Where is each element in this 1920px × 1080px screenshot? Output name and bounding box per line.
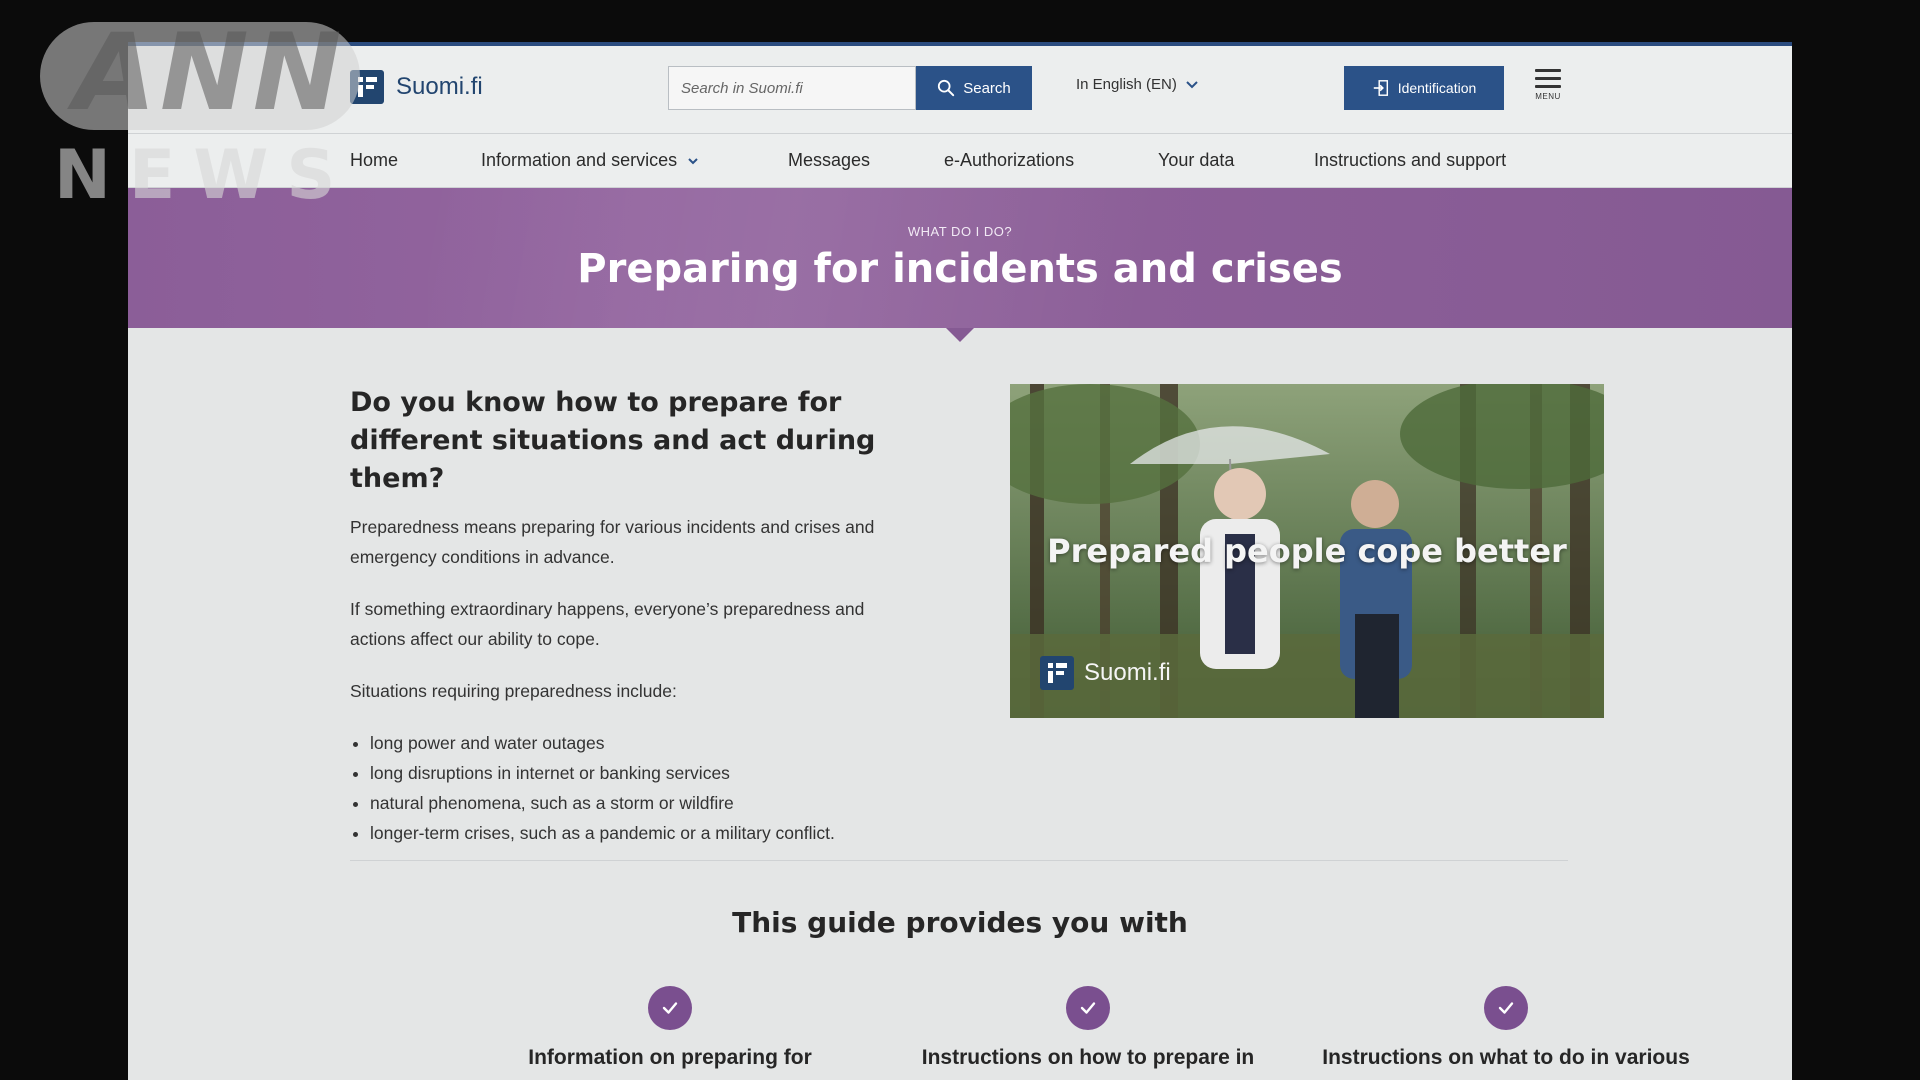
identification-button[interactable]: Identification bbox=[1344, 66, 1504, 110]
language-label: In English (EN) bbox=[1076, 76, 1177, 93]
guide-title: This guide provides you with bbox=[732, 906, 1188, 939]
hamburger-icon bbox=[1535, 69, 1561, 72]
nav-item-instructions-and-support[interactable]: Instructions and support bbox=[1314, 150, 1506, 171]
chevron-down-icon bbox=[1186, 80, 1198, 88]
menu-label: MENU bbox=[1535, 92, 1561, 101]
guide-item-label: Information on preparing for bbox=[528, 1046, 812, 1069]
intro-heading: Do you know how to prepare for different… bbox=[350, 387, 876, 494]
suomi-logo-icon bbox=[350, 70, 384, 104]
search-button[interactable]: Search bbox=[916, 66, 1032, 110]
identification-label: Identification bbox=[1397, 80, 1477, 96]
search-icon bbox=[938, 79, 955, 97]
list-item: long disruptions in internet or banking … bbox=[370, 758, 910, 788]
site-header: Suomi.fi Search In English (EN) bbox=[128, 46, 1792, 134]
nav-item-information-and-services[interactable]: Information and services bbox=[481, 150, 699, 171]
menu-button[interactable]: MENU bbox=[1530, 64, 1566, 108]
main-navigation: Home Information and services Messages e… bbox=[128, 134, 1792, 188]
search-input[interactable] bbox=[668, 66, 916, 110]
guide-item-information: Information on preparing for bbox=[470, 986, 870, 1070]
suomi-logo[interactable]: Suomi.fi bbox=[350, 70, 483, 104]
login-icon bbox=[1373, 80, 1388, 96]
nav-item-your-data[interactable]: Your data bbox=[1158, 150, 1234, 171]
search-button-label: Search bbox=[963, 79, 1011, 97]
page-title: Preparing for incidents and crises bbox=[577, 246, 1343, 292]
suomi-logo-icon bbox=[1040, 656, 1074, 690]
preparedness-list: long power and water outages long disrup… bbox=[350, 728, 910, 848]
intro-section: Do you know how to prepare for different… bbox=[350, 384, 910, 848]
check-circle-icon bbox=[1484, 986, 1528, 1030]
guide-item-what-to-do: Instructions on what to do in various bbox=[1306, 986, 1706, 1070]
feature-logo-text: Suomi.fi bbox=[1084, 659, 1171, 686]
nav-item-home[interactable]: Home bbox=[350, 150, 398, 171]
hero-banner: WHAT DO I DO? Preparing for incidents an… bbox=[128, 188, 1792, 328]
search-form: Search bbox=[668, 66, 1032, 110]
nav-item-messages[interactable]: Messages bbox=[788, 150, 870, 171]
list-item: natural phenomena, such as a storm or wi… bbox=[370, 788, 910, 818]
intro-paragraph-3: Situations requiring preparedness includ… bbox=[350, 681, 677, 701]
nav-item-e-authorizations[interactable]: e-Authorizations bbox=[944, 150, 1074, 171]
section-divider bbox=[350, 860, 1568, 861]
logo-text: Suomi.fi bbox=[396, 73, 483, 100]
check-circle-icon bbox=[648, 986, 692, 1030]
feature-image: Prepared people cope better Suomi.fi bbox=[1010, 384, 1604, 718]
intro-paragraph-1: Preparedness means preparing for various… bbox=[350, 517, 875, 567]
hero-kicker: WHAT DO I DO? bbox=[907, 224, 1013, 239]
check-circle-icon bbox=[1066, 986, 1110, 1030]
list-item: long power and water outages bbox=[370, 728, 910, 758]
chevron-down-icon bbox=[688, 157, 698, 164]
language-selector[interactable]: In English (EN) bbox=[1076, 76, 1199, 93]
intro-paragraph-2: If something extraordinary happens, ever… bbox=[350, 599, 865, 649]
list-item: longer-term crises, such as a pandemic o… bbox=[370, 818, 910, 848]
guide-item-label: Instructions on how to prepare in bbox=[921, 1046, 1255, 1069]
feature-suomi-logo: Suomi.fi bbox=[1040, 656, 1171, 690]
feature-caption: Prepared people cope better bbox=[1047, 532, 1567, 570]
guide-item-label: Instructions on what to do in various bbox=[1322, 1046, 1690, 1069]
hero-notch bbox=[946, 328, 974, 342]
guide-item-prepare: Instructions on how to prepare in bbox=[888, 986, 1288, 1070]
screen: ANN NEWS Suomi.fi Search in Suomi.fi Sea… bbox=[0, 0, 1920, 1080]
web-page: Suomi.fi Search In English (EN) bbox=[128, 42, 1792, 1080]
